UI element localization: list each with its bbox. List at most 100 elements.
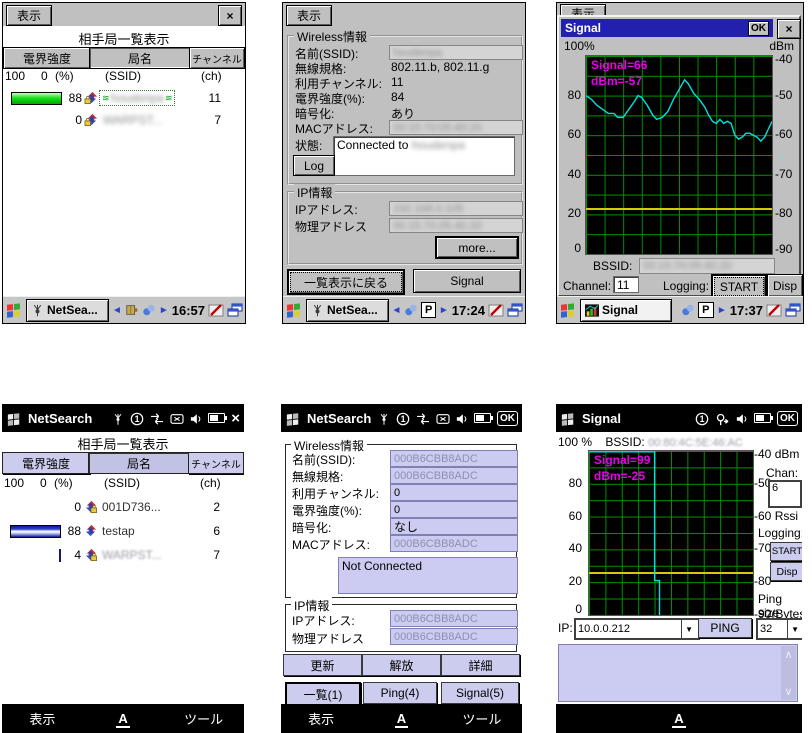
start-flag-icon[interactable] (6, 410, 22, 426)
battery-icon[interactable] (208, 413, 225, 423)
connection-status-icon[interactable] (170, 411, 184, 426)
dialog-titlebar[interactable]: Signal OK (561, 19, 773, 37)
tray-right-arrow-icon[interactable]: ► (439, 305, 449, 316)
input-method-button[interactable]: A (638, 711, 720, 726)
header-name[interactable]: 局名 (88, 452, 190, 474)
clock[interactable]: 17:37 (730, 303, 763, 318)
header-strength[interactable]: 電界強度 (2, 452, 90, 474)
network-tray-icon[interactable] (404, 301, 418, 319)
clock[interactable]: 16:57 (172, 303, 205, 318)
tray-right-arrow-icon[interactable]: ► (159, 305, 169, 316)
taskbar-app-button[interactable]: Signal (580, 299, 672, 322)
ip-field[interactable]: 192.168.0.105 (389, 201, 523, 216)
list-row[interactable]: 0 001D736... 2 (2, 496, 244, 518)
tab-signal-button[interactable]: Signal(5) (441, 682, 519, 704)
tab-ping-button[interactable]: Ping(4) (363, 682, 437, 704)
menu-tools[interactable]: ツール (442, 709, 522, 728)
update-button[interactable]: 更新 (283, 654, 362, 676)
ok-button[interactable]: OK (497, 411, 518, 426)
speaker-icon[interactable] (456, 411, 468, 426)
ip-combobox[interactable]: 10.0.0.212▼ (574, 618, 700, 640)
ssid-field[interactable]: houdenpa (389, 45, 523, 60)
tray-left-arrow-icon[interactable]: ◄ (112, 305, 122, 316)
connectivity-person-icon[interactable] (715, 410, 730, 425)
header-name[interactable]: 局名 (89, 47, 191, 69)
antenna-status-icon[interactable] (378, 410, 390, 425)
disp-button[interactable]: Disp (770, 562, 802, 581)
phys-addr-field[interactable]: 00.15.70.05.40.20 (389, 218, 523, 233)
battery-icon[interactable] (474, 413, 491, 423)
circled-1-icon[interactable]: 1 (396, 410, 410, 426)
sync-arrows-icon[interactable] (150, 411, 164, 426)
chevron-down-icon[interactable]: ▼ (681, 620, 696, 638)
input-panel-tray-icon[interactable]: P (698, 302, 714, 318)
scroll-up-icon[interactable]: ∧ (784, 648, 792, 661)
ok-button[interactable]: OK (777, 411, 798, 426)
list-row[interactable]: 4 WARPST... 7 (2, 544, 244, 566)
speaker-icon[interactable] (190, 411, 202, 426)
network-tray-icon[interactable] (681, 301, 695, 319)
close-icon[interactable]: × (231, 410, 240, 427)
bssid-field[interactable]: 00:15:70:05:40:20 (639, 258, 775, 274)
log-button[interactable]: Log (293, 155, 335, 176)
circled-1-icon[interactable]: 1 (695, 410, 709, 426)
menu-hyouji-button[interactable]: 表示 (6, 5, 52, 26)
channel-field[interactable]: 11 (613, 276, 639, 293)
ping-output-box[interactable]: ∧∨ (558, 644, 798, 702)
header-strength[interactable]: 電界強度 (3, 47, 91, 69)
scroll-down-icon[interactable]: ∨ (784, 685, 792, 698)
start-flag-icon[interactable] (560, 410, 576, 426)
start-flag-icon[interactable] (285, 410, 301, 426)
ping-size-combobox[interactable]: 32▼ (756, 618, 802, 640)
mac-field[interactable]: 00:15:70:05:40:20 (389, 120, 523, 135)
antenna-status-icon[interactable] (112, 410, 124, 425)
start-button[interactable] (559, 301, 577, 319)
battery-icon[interactable] (754, 413, 771, 423)
tray-right-arrow-icon[interactable]: ► (717, 305, 727, 316)
desktop-layers-icon[interactable] (227, 301, 243, 319)
tab-list-button[interactable]: 一覧(1) (285, 682, 361, 706)
desktop-layers-icon[interactable] (507, 301, 523, 319)
selected-ssid-box[interactable]: ≋houdenpa≋ (99, 90, 175, 106)
channel-field[interactable]: 0 (390, 484, 518, 501)
speaker-icon[interactable] (736, 411, 748, 426)
chan-field[interactable]: 6 (768, 480, 802, 508)
taskbar-app-button[interactable]: NetSea... (26, 299, 109, 322)
list-row[interactable]: 88 ≋houdenpa≋ 11 (3, 87, 245, 109)
input-method-button[interactable]: A (83, 711, 164, 726)
start-button[interactable] (5, 301, 23, 319)
menu-hyouji-button[interactable]: 表示 (286, 5, 332, 26)
input-method-button[interactable]: A (361, 711, 441, 726)
list-row[interactable]: 0 WARPST... 7 (3, 109, 245, 131)
logging-start-button[interactable]: START (770, 542, 802, 561)
pen-input-icon[interactable] (208, 301, 224, 319)
release-button[interactable]: 解放 (362, 654, 441, 676)
ip-field[interactable]: 000B6CBB8ADC (390, 610, 518, 627)
circled-1-icon[interactable]: 1 (130, 410, 144, 426)
back-to-list-button[interactable]: 一覧表示に戻る (287, 269, 405, 295)
list-row[interactable]: 88 testap 6 (2, 520, 244, 542)
strength-field[interactable]: 0 (390, 501, 518, 518)
encryption-field[interactable]: なし (390, 518, 518, 535)
connection-status-icon[interactable] (436, 411, 450, 426)
close-button[interactable]: × (218, 5, 242, 26)
pen-input-icon[interactable] (488, 301, 504, 319)
start-button[interactable] (285, 301, 303, 319)
scrollbar[interactable]: ∧∨ (781, 646, 796, 700)
chevron-down-icon[interactable]: ▼ (787, 620, 802, 638)
input-panel-tray-icon[interactable]: P (421, 302, 435, 318)
menu-hyouji[interactable]: 表示 (281, 709, 361, 728)
detail-button[interactable]: 詳細 (441, 654, 520, 676)
ssid-field[interactable]: 000B6CBB8ADC (390, 450, 518, 467)
header-channel[interactable]: チャンネル (189, 47, 245, 69)
mac-field[interactable]: 000B6CBB8ADC (390, 535, 518, 552)
tray-left-arrow-icon[interactable]: ◄ (392, 305, 402, 316)
taskbar-app-button[interactable]: NetSea... (306, 299, 389, 322)
sync-arrows-icon[interactable] (416, 411, 430, 426)
battery-tray-icon[interactable] (125, 301, 139, 319)
close-button[interactable]: × (777, 19, 801, 39)
header-channel[interactable]: チャンネル (188, 452, 244, 474)
network-tray-icon[interactable] (142, 301, 156, 319)
menu-tools[interactable]: ツール (163, 709, 244, 728)
ok-button[interactable]: OK (748, 21, 769, 36)
